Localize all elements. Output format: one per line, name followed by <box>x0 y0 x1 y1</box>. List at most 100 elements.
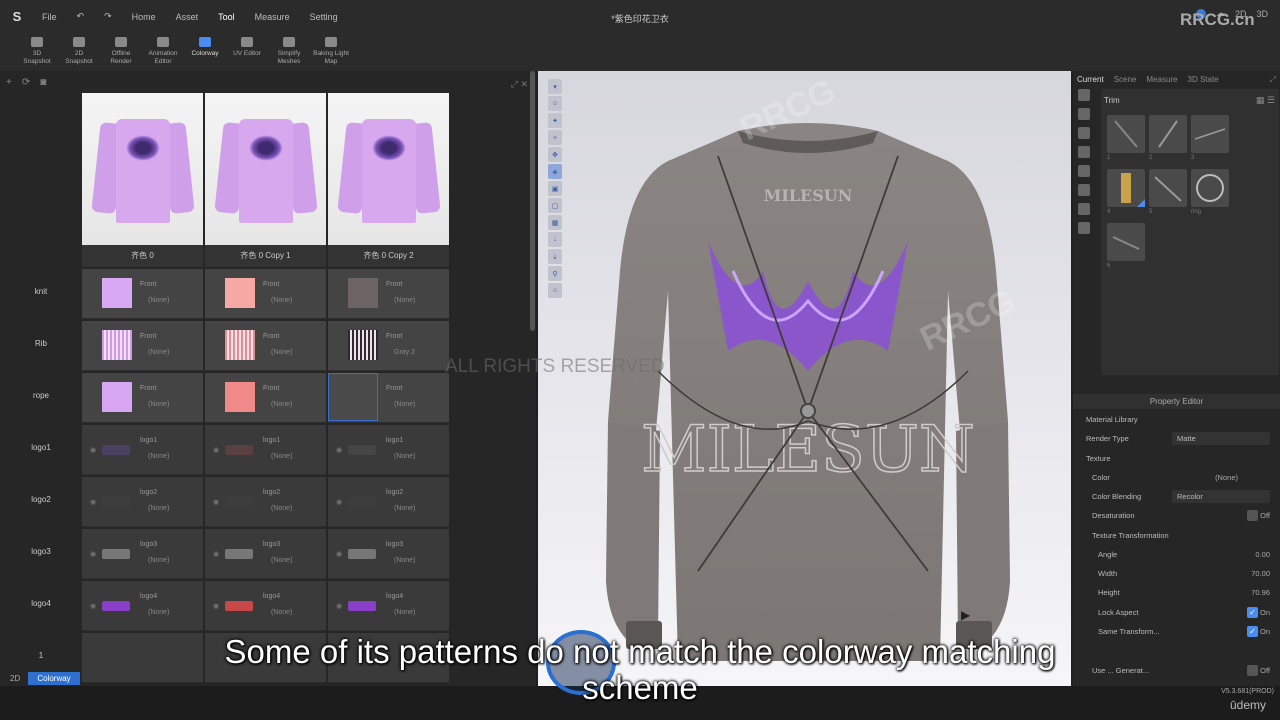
angle-value[interactable]: 0.00 <box>1255 550 1270 559</box>
visibility-icon[interactable]: ◉ <box>336 550 342 558</box>
visibility-icon[interactable]: ◉ <box>90 550 96 558</box>
fabric-icon[interactable] <box>1078 89 1090 101</box>
colorway-cell[interactable]: ◉ logo4 (None) <box>82 581 203 631</box>
view-tool-icon[interactable]: ↓ <box>548 232 562 247</box>
tool-animation-editor[interactable]: Animation Editor <box>142 33 184 66</box>
file-menu[interactable]: File <box>42 12 57 22</box>
tab-measure[interactable]: Measure <box>1146 75 1177 87</box>
pin-icon[interactable] <box>1078 222 1090 234</box>
tool-uv-editor[interactable]: UV Editor <box>226 33 268 58</box>
graphic-thumbnail[interactable] <box>225 549 253 559</box>
refresh-icon[interactable]: ⟳ <box>22 77 30 88</box>
visibility-icon[interactable]: ◉ <box>213 446 219 454</box>
colorway-cell[interactable]: Front (None) <box>82 269 203 319</box>
colorway-cell[interactable]: ◉ logo1 (None) <box>82 425 203 475</box>
menu-asset[interactable]: Asset <box>176 12 199 22</box>
color-swatch[interactable] <box>225 382 255 412</box>
view-mode-icon[interactable]: ▦ ☰ <box>1256 95 1275 106</box>
visibility-icon[interactable]: ◉ <box>213 498 219 506</box>
colorway-thumbnail[interactable] <box>82 93 203 245</box>
height-value[interactable]: 70.96 <box>1251 588 1270 597</box>
colorway-cell[interactable]: Front (None) <box>328 373 449 423</box>
view-tool-icon[interactable]: ✦ <box>548 113 562 128</box>
colorway-cell[interactable]: Front (None) <box>205 321 326 371</box>
colorway-thumbnail[interactable] <box>328 93 449 245</box>
visibility-icon[interactable]: ◉ <box>336 446 342 454</box>
trim-tile[interactable]: 4 <box>1107 169 1145 215</box>
graphic-thumbnail[interactable] <box>348 601 376 611</box>
color-swatch[interactable] <box>348 330 378 360</box>
colorway-cell[interactable]: ◉ logo2 (None) <box>205 477 326 527</box>
menu-home[interactable]: Home <box>132 12 156 22</box>
colorway-cell[interactable]: Front (None) <box>205 373 326 423</box>
colorway-cell[interactable]: ◉ logo3 (None) <box>205 529 326 579</box>
colorway-cell[interactable]: ◉ logo4 (None) <box>328 581 449 631</box>
redo-icon[interactable]: ↷ <box>104 11 112 22</box>
color-swatch[interactable] <box>102 330 132 360</box>
view-tool-icon[interactable]: ▢ <box>548 198 562 213</box>
visibility-icon[interactable]: ◉ <box>90 446 96 454</box>
colorway-cell[interactable]: ◉ logo2 (None) <box>82 477 203 527</box>
color-swatch[interactable] <box>225 330 255 360</box>
trim-tile[interactable]: ring <box>1191 169 1229 215</box>
color-swatch[interactable] <box>102 278 132 308</box>
menu-tool[interactable]: Tool <box>218 12 235 22</box>
lock-aspect-checkbox[interactable]: ✓ <box>1247 607 1258 618</box>
graphic-thumbnail[interactable] <box>225 445 253 455</box>
camera-icon[interactable]: ◙ <box>40 77 46 88</box>
tab-current[interactable]: Current <box>1077 75 1104 87</box>
trim-tile[interactable]: 6 <box>1107 223 1145 269</box>
add-icon[interactable]: + <box>6 77 12 88</box>
graphic-thumbnail[interactable] <box>348 497 376 507</box>
color-value[interactable]: (None) <box>1215 473 1238 482</box>
tab-scene[interactable]: Scene <box>1114 75 1137 87</box>
graphic-thumbnail[interactable] <box>102 601 130 611</box>
trim-tile[interactable]: 2 <box>1149 115 1187 161</box>
graphic-thumbnail[interactable] <box>102 497 130 507</box>
tab-3d-state[interactable]: 3D State <box>1188 75 1219 87</box>
graphic-thumbnail[interactable] <box>225 601 253 611</box>
view-tool-icon[interactable]: ✧ <box>548 130 562 145</box>
tool-simplify-meshes[interactable]: Simplify Meshes <box>268 33 310 66</box>
color-swatch[interactable] <box>102 382 132 412</box>
view-tool-icon[interactable]: ✥ <box>548 147 562 162</box>
menu-measure[interactable]: Measure <box>255 12 290 22</box>
trim-tile[interactable]: 1 <box>1107 115 1145 161</box>
color-swatch[interactable] <box>348 278 378 308</box>
colorway-cell[interactable]: Front (None) <box>328 269 449 319</box>
trim-tile[interactable]: 3 <box>1191 115 1229 161</box>
tool-offline-render[interactable]: Offline Render <box>100 33 142 66</box>
colorway-cell[interactable]: ◉ logo2 (None) <box>328 477 449 527</box>
visibility-icon[interactable]: ◉ <box>336 602 342 610</box>
undo-icon[interactable]: ↶ <box>77 11 85 22</box>
color-swatch[interactable] <box>225 278 255 308</box>
topstitch-icon[interactable] <box>1078 146 1090 158</box>
expand-icon[interactable]: ⤢ <box>1270 75 1276 87</box>
trim-tile[interactable]: 5 <box>1149 169 1187 215</box>
colorway-cell[interactable]: Front Gray 2 <box>328 321 449 371</box>
visibility-icon[interactable]: ◉ <box>213 550 219 558</box>
tool-colorway[interactable]: Colorway <box>184 33 226 58</box>
visibility-icon[interactable]: ◉ <box>213 602 219 610</box>
colorway-name[interactable]: 齐色 0 Copy 1 <box>205 245 326 267</box>
3d-viewport[interactable]: ▾ ☺ ✦ ✧ ✥ ◈ ▣ ▢ ▦ ↓ ⇣ ⚲ ⌂ MILESUN MILESU… <box>538 71 1071 686</box>
colorway-thumbnail[interactable] <box>205 93 326 245</box>
view-tool-icon[interactable]: ⇣ <box>548 249 562 264</box>
button-icon[interactable] <box>1078 108 1090 120</box>
color-blending-select[interactable]: Recolor <box>1172 490 1270 503</box>
trim-icon[interactable] <box>1078 203 1090 215</box>
view-tool-icon[interactable]: ▣ <box>548 181 562 196</box>
tool-2d-snapshot[interactable]: 2D Snapshot <box>58 33 100 66</box>
colorway-name[interactable]: 齐色 0 Copy 2 <box>328 245 449 267</box>
seam-icon[interactable] <box>1078 184 1090 196</box>
colorway-cell[interactable]: ◉ logo3 (None) <box>82 529 203 579</box>
view-tool-icon[interactable]: ▾ <box>548 79 562 94</box>
zipper-icon[interactable] <box>1078 165 1090 177</box>
colorway-cell[interactable]: Front (None) <box>205 269 326 319</box>
visibility-icon[interactable]: ◉ <box>336 498 342 506</box>
tool-baking-light-map[interactable]: Baking Light Map <box>310 33 352 66</box>
buttonhole-icon[interactable] <box>1078 127 1090 139</box>
width-value[interactable]: 70.00 <box>1251 569 1270 578</box>
view-tool-icon[interactable]: ▦ <box>548 215 562 230</box>
colorway-cell[interactable]: ◉ logo1 (None) <box>205 425 326 475</box>
